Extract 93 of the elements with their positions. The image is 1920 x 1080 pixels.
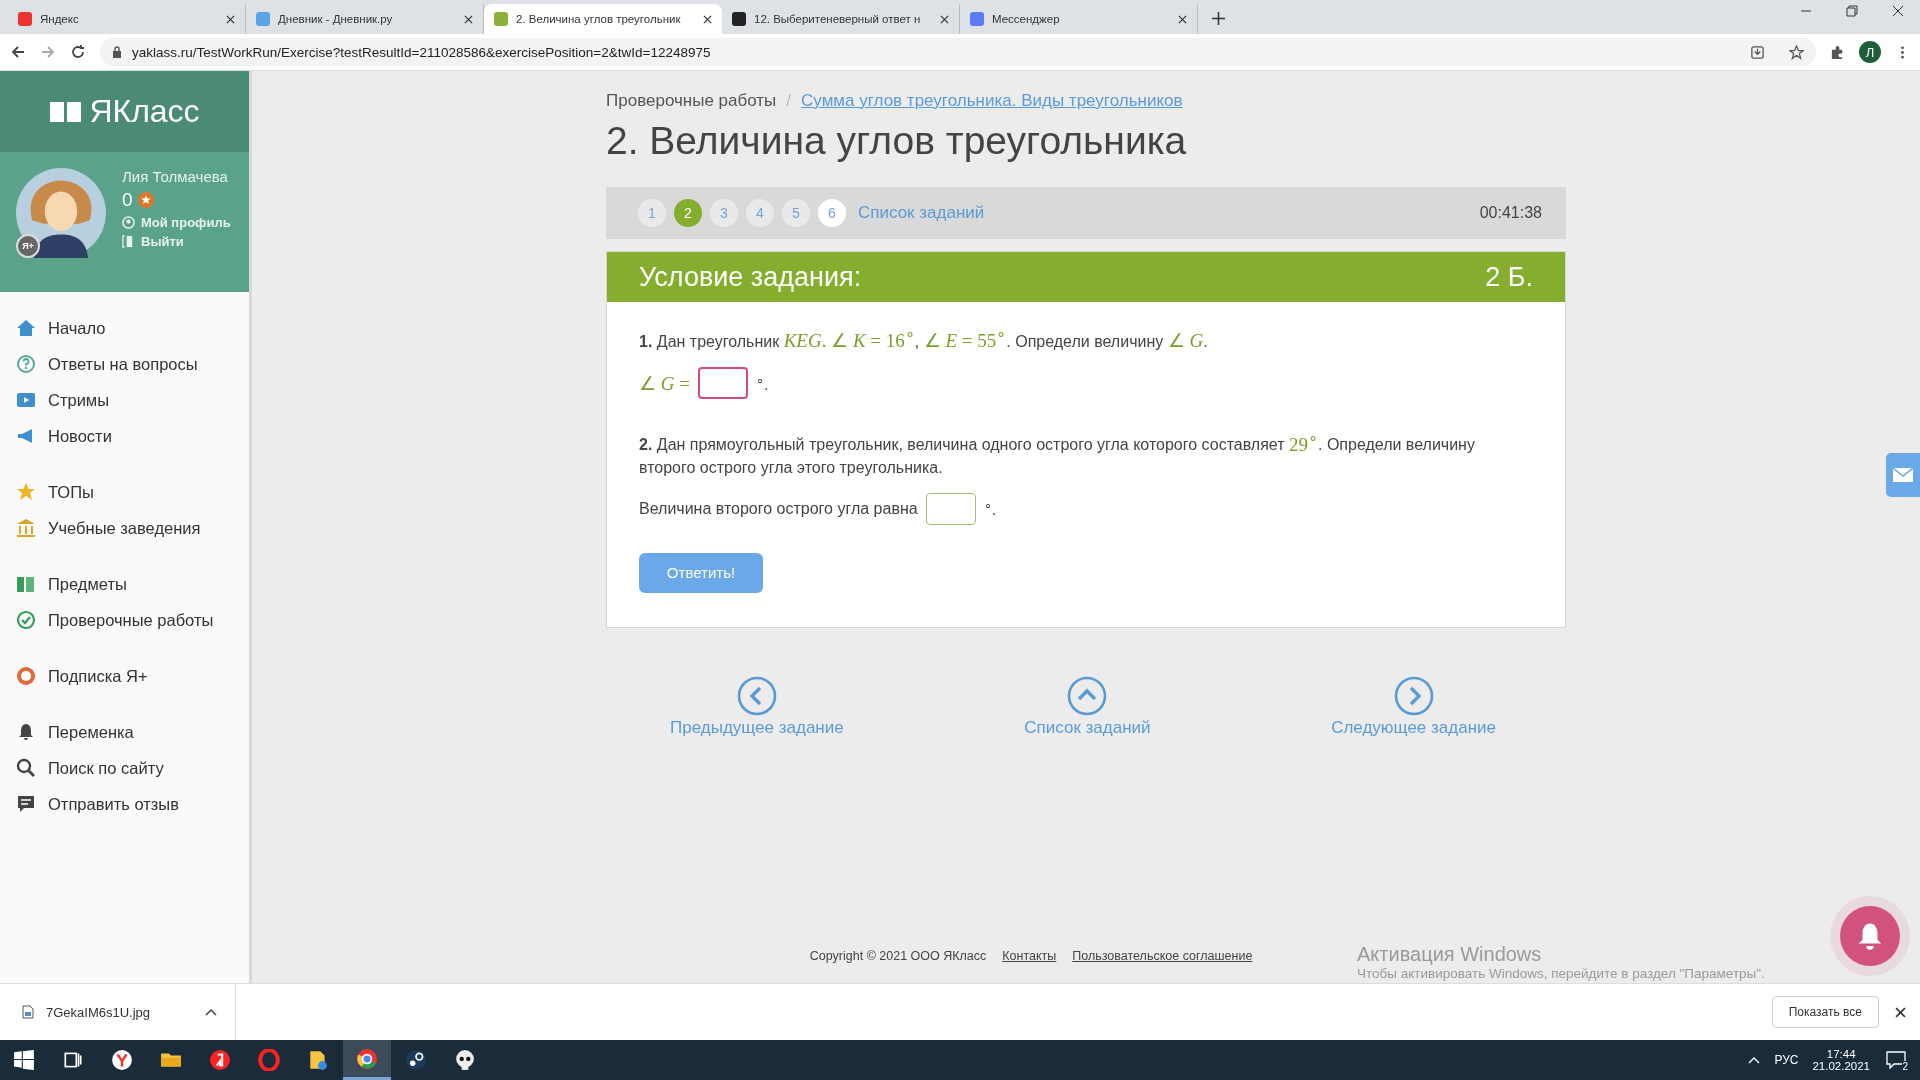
file-icon bbox=[22, 1005, 34, 1019]
skull-icon[interactable] bbox=[454, 1049, 476, 1071]
lock-icon bbox=[112, 46, 122, 58]
breadcrumb-separator: / bbox=[786, 91, 792, 111]
copyright-text: Copyright © 2021 ООО ЯКласс bbox=[809, 949, 987, 963]
answer-label: Величина второго острого угла равна bbox=[639, 499, 918, 518]
sidebar-item[interactable]: Стримы bbox=[0, 382, 249, 418]
chevron-circle-icon bbox=[1067, 675, 1108, 716]
menu-item-icon bbox=[16, 518, 36, 538]
close-icon[interactable] bbox=[1895, 1006, 1906, 1018]
language-indicator[interactable]: РУС bbox=[1774, 1053, 1799, 1067]
mail-icon bbox=[1893, 468, 1913, 482]
site-icon bbox=[18, 12, 32, 26]
files-icon[interactable] bbox=[307, 1049, 329, 1071]
question-text: 2. Дан прямоугольный треугольник, величина одного острого угла которого составляет 29$^{∘}$. Определи величину второго острого угла этого треугольника. bbox=[639, 428, 1476, 478]
sidebar-item[interactable]: Отправить отзыв bbox=[0, 786, 249, 822]
close-icon[interactable] bbox=[940, 14, 949, 24]
chevron-circle-icon bbox=[1393, 675, 1434, 716]
browser-icon[interactable] bbox=[111, 1049, 133, 1071]
footer-link[interactable]: Пользовательское соглашение bbox=[1072, 949, 1253, 963]
address-field[interactable]: yaklass.ru/TestWorkRun/Exercise?testResultId=211028586&exercisePosition=2&twId=12248975 bbox=[100, 38, 1816, 66]
activation-title: Активация Windows bbox=[1357, 943, 1543, 966]
start-icon[interactable] bbox=[13, 1049, 35, 1071]
subscription-badge: Я+ bbox=[16, 234, 40, 258]
install-icon[interactable] bbox=[1750, 44, 1765, 60]
door-icon bbox=[122, 235, 135, 248]
question-text: 1. Дан треугольник KEG. ∠ K = 16$^{∘}$, ∠ E = 55$^{∘}$. Определи величину ∠ G. bbox=[639, 325, 1209, 354]
steam-icon[interactable] bbox=[405, 1049, 427, 1071]
site-icon bbox=[256, 12, 270, 26]
clock[interactable]: 17:44 21.02.2021 bbox=[1812, 1048, 1870, 1072]
breadcrumb-link[interactable]: Проверочные работы bbox=[606, 91, 777, 111]
menu-item-icon bbox=[16, 666, 36, 686]
user-icon bbox=[122, 216, 135, 229]
puzzle-icon[interactable] bbox=[1830, 44, 1845, 60]
user-name: Лия Толмачева bbox=[122, 168, 229, 185]
menu-item-icon bbox=[16, 610, 36, 630]
close-icon[interactable] bbox=[226, 14, 235, 24]
sidebar-item[interactable]: Начало bbox=[0, 310, 249, 346]
book-icon[interactable] bbox=[49, 99, 84, 124]
degree-sign: $^{∘}$. bbox=[983, 497, 997, 520]
notification-button[interactable] bbox=[1840, 906, 1900, 966]
task-points: 2 Б. bbox=[1485, 261, 1533, 293]
answer-field[interactable] bbox=[697, 367, 748, 400]
menu-item-icon bbox=[16, 574, 36, 594]
sidebar-item[interactable]: Подписка Я+ bbox=[0, 658, 249, 694]
sidebar-item[interactable]: Поиск по сайту bbox=[0, 750, 249, 786]
menu-item-icon bbox=[16, 482, 36, 502]
caret-icon[interactable] bbox=[205, 1008, 217, 1016]
browser-icon[interactable] bbox=[209, 1049, 231, 1071]
points-count: 0 bbox=[122, 189, 133, 211]
close-icon[interactable] bbox=[464, 14, 473, 24]
site-icon bbox=[970, 12, 984, 26]
answer-field[interactable] bbox=[925, 492, 976, 525]
site-icon bbox=[494, 12, 508, 26]
reload-icon[interactable] bbox=[70, 44, 86, 60]
chevron-circle-icon bbox=[736, 675, 777, 716]
chrome-button[interactable] bbox=[343, 1040, 391, 1080]
sidebar-item[interactable]: ТОПы bbox=[0, 474, 249, 510]
show-all-button[interactable]: Показать все bbox=[1771, 996, 1879, 1028]
degree-sign: $^{∘}$. bbox=[755, 372, 769, 395]
close-icon[interactable] bbox=[1178, 14, 1187, 24]
sidebar-item[interactable]: Ответы на вопросы bbox=[0, 346, 249, 382]
new-tab-icon[interactable] bbox=[1212, 12, 1225, 25]
page-title: 2. Величина углов треугольника bbox=[606, 119, 1188, 163]
star-coin-icon bbox=[137, 192, 154, 208]
sidebar-item[interactable]: Новости bbox=[0, 418, 249, 454]
file-name: 7GekaIM6s1U.jpg bbox=[46, 1004, 152, 1020]
back-icon[interactable] bbox=[10, 44, 26, 60]
chrome-icon bbox=[356, 1047, 378, 1070]
footer-link[interactable]: Контакты bbox=[1002, 949, 1057, 963]
notification-count: 2 bbox=[1902, 1061, 1908, 1072]
sidebar-item[interactable]: Учебные заведения bbox=[0, 510, 249, 546]
site-icon bbox=[732, 12, 746, 26]
menu-item-icon bbox=[16, 758, 36, 778]
activation-text: Чтобы активировать Windows, перейдите в раздел "Параметры". bbox=[1357, 966, 1765, 981]
close-icon[interactable] bbox=[703, 14, 712, 24]
sidebar-item[interactable]: Предметы bbox=[0, 566, 249, 602]
menu-item-icon bbox=[16, 354, 36, 374]
menu-item-icon bbox=[16, 390, 36, 410]
menu-item-icon bbox=[16, 794, 36, 814]
restore-icon[interactable] bbox=[1846, 5, 1858, 17]
chevron-icon[interactable] bbox=[1748, 1056, 1761, 1064]
notification-icon[interactable] bbox=[1886, 1051, 1906, 1069]
browser-tab[interactable]: 2. Величина углов треугольник bbox=[484, 4, 722, 34]
sidebar-item[interactable]: Проверочные работы bbox=[0, 602, 249, 638]
sidebar-item[interactable]: Переменка bbox=[0, 714, 249, 750]
close-icon[interactable] bbox=[1892, 5, 1904, 17]
star-icon[interactable] bbox=[1789, 44, 1804, 60]
answer-label: ∠ G = bbox=[639, 371, 690, 395]
menu-item-icon bbox=[16, 318, 36, 338]
profile-avatar[interactable]: Л bbox=[1859, 41, 1881, 63]
task-heading: Условие задания: bbox=[639, 261, 862, 293]
timer: 00:41:38 bbox=[1479, 204, 1542, 222]
